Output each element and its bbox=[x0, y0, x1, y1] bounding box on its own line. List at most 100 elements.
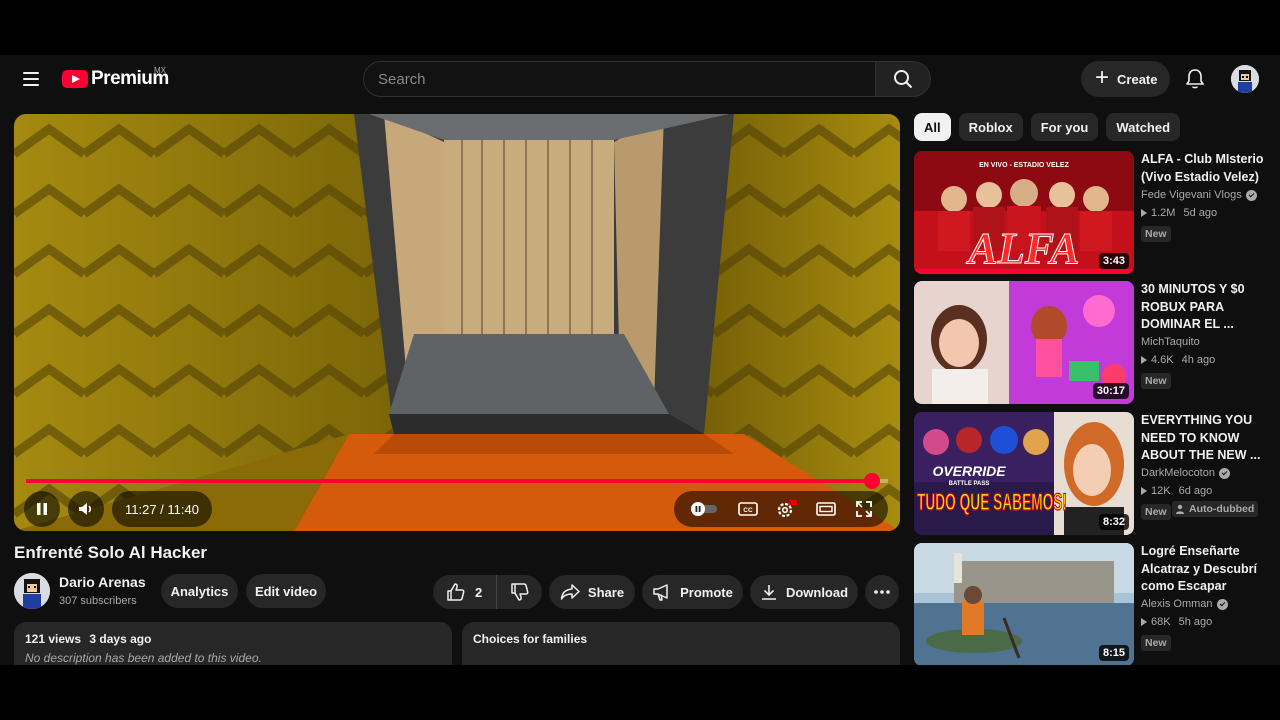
rec-title[interactable]: 30 MINUTOS Y $0 ROBUX PARA DOMINAR EL ..… bbox=[1141, 281, 1266, 334]
rec-channel-name: Fede Vigevani Vlogs bbox=[1141, 189, 1242, 201]
download-button[interactable]: Download bbox=[750, 575, 858, 609]
recommendation-item[interactable]: 8:15 Logré Enseñarte Alcatraz y Descubrí… bbox=[914, 543, 1270, 665]
upload-date: 3 days ago bbox=[89, 632, 152, 646]
rec-age: 6d ago bbox=[1178, 485, 1213, 497]
download-label: Download bbox=[785, 584, 849, 600]
families-title: Choices for families bbox=[473, 632, 588, 646]
settings-button[interactable] bbox=[776, 499, 798, 519]
chip-roblox[interactable]: Roblox bbox=[958, 113, 1023, 141]
progress-fill bbox=[26, 479, 873, 483]
thumbs-down-icon bbox=[510, 583, 528, 601]
views-play-icon bbox=[1141, 487, 1147, 495]
autoplay-toggle-icon bbox=[691, 502, 718, 516]
rec-age: 4h ago bbox=[1181, 354, 1216, 366]
rec-views: 12K bbox=[1151, 485, 1171, 497]
chip-watched[interactable]: Watched bbox=[1106, 113, 1181, 141]
volume-icon bbox=[79, 503, 92, 515]
rec-channel-name: Alexis Omman bbox=[1141, 598, 1213, 610]
rec-title[interactable]: Logré Enseñarte Alcatraz y Descubrí como… bbox=[1141, 543, 1266, 596]
rec-views: 4.6K bbox=[1151, 354, 1174, 366]
view-count: 121 views bbox=[25, 632, 82, 646]
youtube-premium-logo[interactable]: Premium bbox=[62, 68, 169, 90]
promote-button[interactable]: Promote bbox=[642, 575, 743, 609]
chip-all[interactable]: All bbox=[914, 113, 951, 141]
volume-button[interactable] bbox=[68, 491, 104, 527]
filter-chips: All Roblox For you Watched bbox=[914, 113, 1181, 141]
families-box[interactable]: Choices for families bbox=[462, 622, 900, 665]
recommendation-item[interactable]: 30:17 30 MINUTOS Y $0 ROBUX PARA DOMINAR… bbox=[914, 281, 1270, 404]
rec-channel[interactable]: MichTaquito bbox=[1141, 336, 1200, 348]
analytics-button[interactable]: Analytics bbox=[161, 574, 238, 608]
plus-icon: + bbox=[1095, 64, 1110, 91]
pause-icon bbox=[37, 503, 47, 515]
account-avatar[interactable] bbox=[1231, 65, 1259, 93]
thumbnail[interactable]: OVERRIDE BATTLE PASS TUDO QUE SABEMOS! 8… bbox=[914, 412, 1134, 535]
channel-avatar[interactable] bbox=[14, 573, 50, 609]
search-icon bbox=[894, 70, 913, 89]
rec-title[interactable]: EVERYTHING YOU NEED TO KNOW ABOUT THE NE… bbox=[1141, 412, 1266, 465]
thumb-text: ALFA bbox=[966, 224, 1080, 273]
rec-channel[interactable]: DarkMelocoton bbox=[1141, 467, 1230, 479]
rec-age: 5d ago bbox=[1183, 207, 1218, 219]
share-button[interactable]: Share bbox=[549, 575, 635, 609]
search-input[interactable] bbox=[364, 62, 875, 96]
menu-icon[interactable] bbox=[18, 65, 46, 93]
rec-stats: 1.2M 5d ago bbox=[1141, 207, 1217, 219]
new-badge: New bbox=[1141, 373, 1171, 389]
logo-region: MX bbox=[154, 66, 166, 75]
more-horizontal-icon bbox=[874, 590, 890, 594]
new-badge: New bbox=[1141, 226, 1171, 242]
views-play-icon bbox=[1141, 356, 1147, 364]
search-box bbox=[363, 61, 876, 97]
auto-dubbed-label: Auto-dubbed bbox=[1189, 503, 1255, 515]
miniplayer-icon bbox=[816, 502, 837, 516]
rec-title[interactable]: ALFA - Club MIsterio (Vivo Estadio Velez… bbox=[1141, 151, 1266, 186]
subtitles-button[interactable]: CC bbox=[737, 501, 758, 517]
thumb-top-text: OVERRIDE bbox=[932, 463, 1006, 479]
new-badge: New bbox=[1141, 504, 1171, 520]
thumbnail[interactable]: 30:17 bbox=[914, 281, 1134, 404]
share-arrow-icon bbox=[560, 584, 580, 600]
rec-stats: 4.6K 4h ago bbox=[1141, 354, 1215, 366]
views-play-icon bbox=[1141, 618, 1147, 626]
more-actions-button[interactable] bbox=[865, 575, 899, 609]
rec-channel[interactable]: Alexis Omman bbox=[1141, 598, 1228, 610]
svg-text:CC: CC bbox=[743, 507, 753, 514]
pause-button[interactable] bbox=[24, 491, 60, 527]
share-label: Share bbox=[587, 584, 625, 600]
thumbnail[interactable]: EN VIVO - ESTADIO VELEZ ALFA 3:43 bbox=[914, 151, 1134, 274]
dislike-button[interactable] bbox=[497, 575, 542, 609]
promote-label: Promote bbox=[680, 584, 733, 600]
video-player[interactable]: 11:27 / 11:40 CC bbox=[14, 114, 900, 531]
thumbnail[interactable]: 8:15 bbox=[914, 543, 1134, 665]
right-controls: CC bbox=[674, 491, 888, 527]
thumb-top-text: EN VIVO - ESTADIO VELEZ bbox=[979, 162, 1069, 169]
thumb-text: TUDO QUE SABEMOS! bbox=[917, 489, 1067, 516]
notifications-bell-icon[interactable] bbox=[1183, 67, 1207, 91]
verified-icon bbox=[1218, 467, 1230, 479]
recommendation-item[interactable]: EN VIVO - ESTADIO VELEZ ALFA 3:43 ALFA -… bbox=[914, 151, 1270, 274]
miniplayer-button[interactable] bbox=[816, 501, 837, 517]
like-button[interactable]: 2 bbox=[433, 575, 497, 609]
views-play-icon bbox=[1141, 209, 1147, 217]
subtitles-icon: CC bbox=[737, 502, 758, 516]
duration-badge: 3:43 bbox=[1098, 253, 1129, 269]
progress-bar[interactable] bbox=[26, 479, 888, 483]
description-text: No description has been added to this vi… bbox=[25, 651, 262, 665]
verified-icon bbox=[1216, 598, 1228, 610]
create-button[interactable]: + Create bbox=[1081, 61, 1170, 97]
rec-channel[interactable]: Fede Vigevani Vlogs bbox=[1141, 189, 1257, 201]
channel-name[interactable]: Dario Arenas bbox=[59, 574, 146, 590]
search-button[interactable] bbox=[875, 61, 931, 97]
video-frame bbox=[14, 114, 900, 531]
edit-video-button[interactable]: Edit video bbox=[246, 574, 326, 608]
time-display: 11:27 / 11:40 bbox=[112, 491, 212, 527]
rec-views: 1.2M bbox=[1151, 207, 1176, 219]
rec-stats: 12K 6d ago bbox=[1141, 485, 1212, 497]
description-box[interactable]: 121 views 3 days ago No description has … bbox=[14, 622, 452, 665]
autoplay-toggle[interactable] bbox=[689, 501, 719, 517]
fullscreen-button[interactable] bbox=[855, 500, 873, 518]
rec-views: 68K bbox=[1151, 616, 1171, 628]
megaphone-icon bbox=[653, 584, 668, 601]
chip-for-you[interactable]: For you bbox=[1030, 113, 1099, 141]
